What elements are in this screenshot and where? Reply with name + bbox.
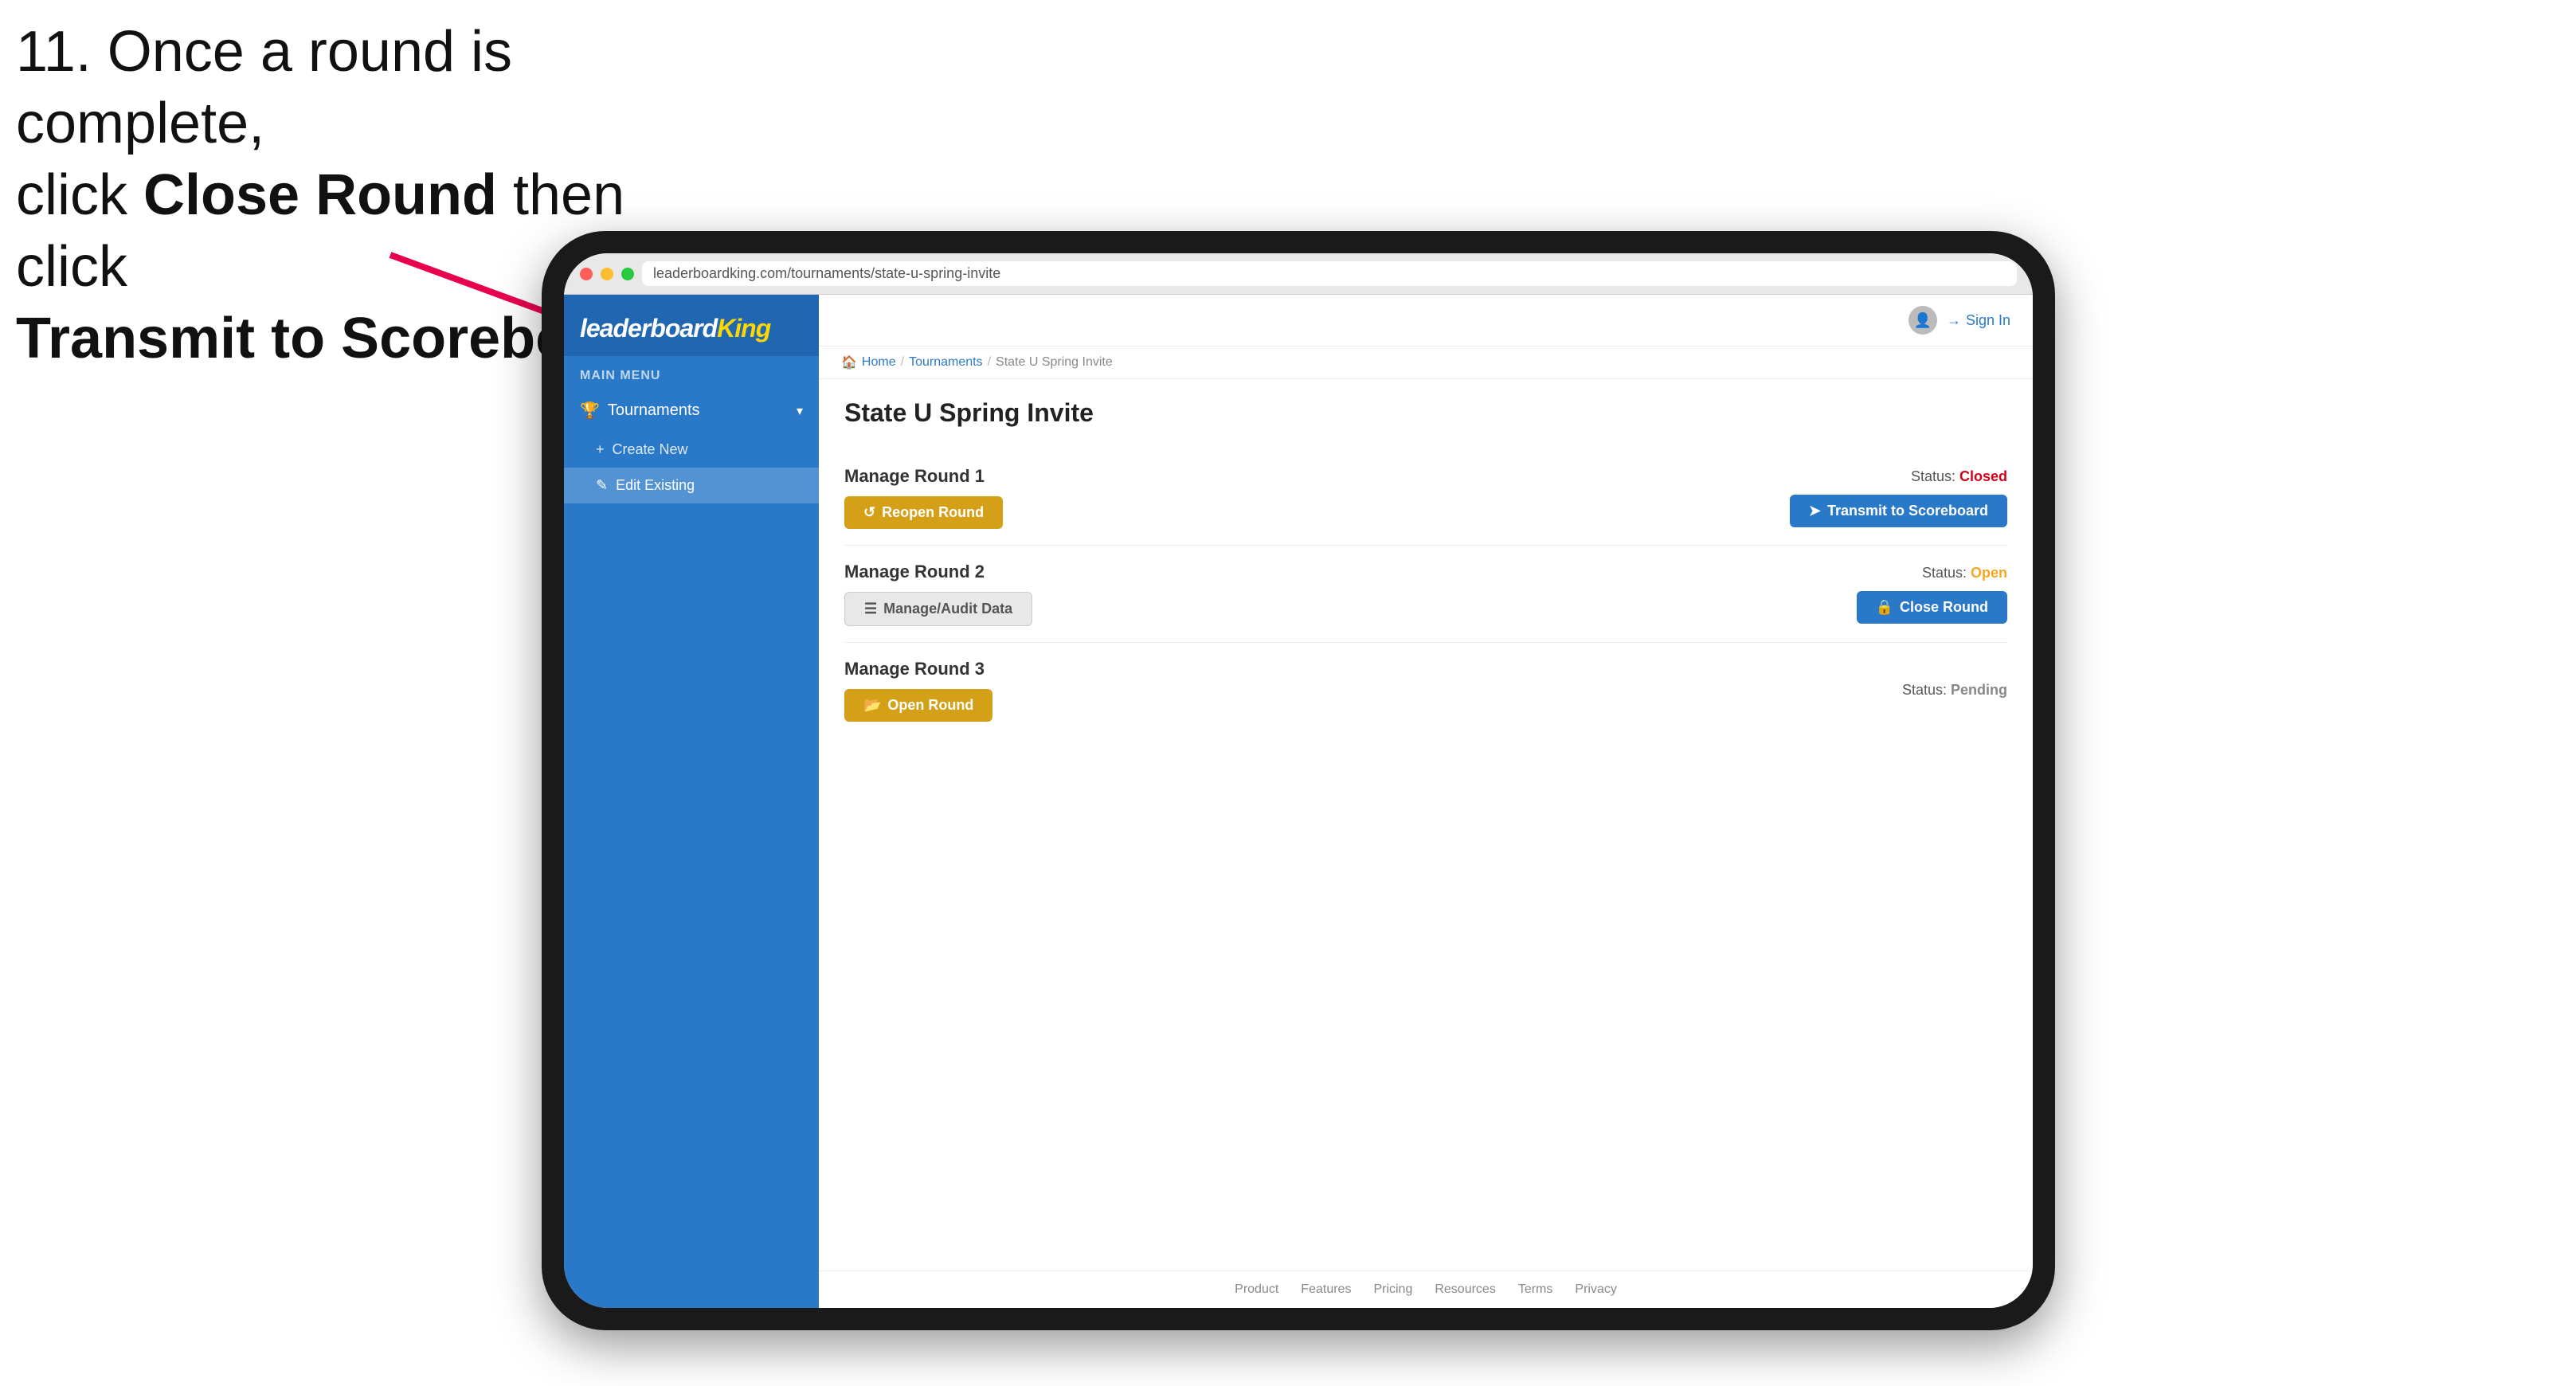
close-round-button[interactable]: 🔒 Close Round <box>1857 591 2007 624</box>
open-icon: 📂 <box>863 697 881 714</box>
round-3-status: Status: Pending <box>1902 682 2007 699</box>
tablet-device: leaderboardking.com/tournaments/state-u-… <box>542 231 2055 1330</box>
logo-suffix: King <box>717 314 770 343</box>
tablet-screen: leaderboardking.com/tournaments/state-u-… <box>564 253 2033 1308</box>
footer-terms[interactable]: Terms <box>1518 1282 1553 1297</box>
instruction-line1: 11. Once a round is complete, <box>16 20 512 155</box>
round-1-right: Status: Closed ➤ Transmit to Scoreboard <box>1790 468 2007 527</box>
signin-arrow-icon: → <box>1947 312 1961 329</box>
round-2-buttons: ☰ Manage/Audit Data <box>844 592 1032 626</box>
instruction-line2: click Close Round then click <box>16 163 624 299</box>
round-3-status-value: Pending <box>1951 682 2007 698</box>
breadcrumb-sep1: / <box>901 355 904 370</box>
logo: leaderboardKing <box>580 314 803 343</box>
transmit-label: Transmit to Scoreboard <box>1827 503 1988 519</box>
round-2-left: Manage Round 2 ☰ Manage/Audit Data <box>844 562 1032 626</box>
lock-icon: 🔒 <box>1876 599 1893 616</box>
footer-pricing[interactable]: Pricing <box>1373 1282 1412 1297</box>
round-2-status: Status: Open <box>1922 565 2007 581</box>
sidebar-item-tournaments[interactable]: 🏆 Tournaments <box>564 390 819 432</box>
sidebar-item-create-new[interactable]: + Create New <box>564 432 819 468</box>
edit-existing-label: Edit Existing <box>616 477 695 494</box>
main-content: 👤 → Sign In 🏠 Home / Tournaments / State… <box>819 295 2033 1308</box>
sign-in-label: Sign In <box>1966 312 2010 329</box>
round-1-status: Status: Closed <box>1911 468 2007 485</box>
browser-url-bar[interactable]: leaderboardking.com/tournaments/state-u-… <box>642 261 2017 286</box>
round-3-right: Status: Pending <box>1902 682 2007 699</box>
breadcrumb-sep2: / <box>988 355 991 370</box>
round-3-row: Manage Round 3 📂 Open Round Status: Pend… <box>844 643 2007 738</box>
app-footer: Product Features Pricing Resources Terms… <box>819 1270 2033 1308</box>
breadcrumb-home-icon: 🏠 <box>841 354 857 370</box>
transmit-icon: ➤ <box>1809 503 1821 519</box>
round-2-status-value: Open <box>1971 565 2007 581</box>
reopen-round-button[interactable]: ↺ Reopen Round <box>844 496 1003 529</box>
footer-product[interactable]: Product <box>1235 1282 1278 1297</box>
content-area: State U Spring Invite Manage Round 1 ↺ R… <box>819 379 2033 1270</box>
reopen-icon: ↺ <box>863 504 875 521</box>
manage-audit-data-button[interactable]: ☰ Manage/Audit Data <box>844 592 1032 626</box>
sign-in-button[interactable]: → Sign In <box>1947 312 2010 329</box>
plus-icon: + <box>596 441 605 458</box>
trophy-icon: 🏆 <box>580 401 600 421</box>
browser-dot-red <box>580 268 593 280</box>
round-1-status-value: Closed <box>1959 468 2007 484</box>
reopen-round-label: Reopen Round <box>882 504 984 521</box>
sidebar-tournaments-label: Tournaments <box>608 401 700 420</box>
footer-resources[interactable]: Resources <box>1435 1282 1495 1297</box>
browser-dot-green <box>621 268 634 280</box>
close-round-label: Close Round <box>1900 599 1988 616</box>
footer-privacy[interactable]: Privacy <box>1575 1282 1616 1297</box>
open-round-label: Open Round <box>887 697 973 714</box>
user-icon: 👤 <box>1914 312 1932 329</box>
manage-icon: ☰ <box>864 601 877 617</box>
avatar: 👤 <box>1909 306 1937 335</box>
round-3-buttons: 📂 Open Round <box>844 689 992 722</box>
edit-icon: ✎ <box>596 477 608 494</box>
round-2-title: Manage Round 2 <box>844 562 1032 582</box>
top-header: 👤 → Sign In <box>819 295 2033 346</box>
round-1-title: Manage Round 1 <box>844 466 1003 487</box>
browser-chrome: leaderboardking.com/tournaments/state-u-… <box>564 253 2033 295</box>
manage-audit-label: Manage/Audit Data <box>883 601 1012 617</box>
page-title: State U Spring Invite <box>844 398 2007 428</box>
breadcrumb: 🏠 Home / Tournaments / State U Spring In… <box>819 346 2033 379</box>
round-3-title: Manage Round 3 <box>844 659 992 679</box>
sidebar-item-edit-existing[interactable]: ✎ Edit Existing <box>564 468 819 503</box>
round-3-left: Manage Round 3 📂 Open Round <box>844 659 992 722</box>
round-2-row: Manage Round 2 ☰ Manage/Audit Data Statu… <box>844 546 2007 643</box>
breadcrumb-current: State U Spring Invite <box>996 355 1113 370</box>
app-layout: leaderboardKing MAIN MENU 🏆 Tournaments … <box>564 295 2033 1308</box>
instruction-close-round: Close Round <box>143 163 497 227</box>
breadcrumb-tournaments[interactable]: Tournaments <box>909 355 983 370</box>
sidebar-logo: leaderboardKing <box>564 295 819 356</box>
round-1-buttons: ↺ Reopen Round <box>844 496 1003 529</box>
footer-features[interactable]: Features <box>1301 1282 1351 1297</box>
round-1-row: Manage Round 1 ↺ Reopen Round Status: Cl… <box>844 450 2007 546</box>
sidebar: leaderboardKing MAIN MENU 🏆 Tournaments … <box>564 295 819 1308</box>
logo-prefix: leaderboard <box>580 314 717 343</box>
open-round-button[interactable]: 📂 Open Round <box>844 689 992 722</box>
create-new-label: Create New <box>613 441 688 458</box>
breadcrumb-home[interactable]: Home <box>862 355 896 370</box>
transmit-to-scoreboard-button[interactable]: ➤ Transmit to Scoreboard <box>1790 495 2007 527</box>
main-menu-label: MAIN MENU <box>564 356 819 390</box>
browser-dot-yellow <box>601 268 613 280</box>
round-2-right: Status: Open 🔒 Close Round <box>1857 565 2007 624</box>
round-1-left: Manage Round 1 ↺ Reopen Round <box>844 466 1003 529</box>
chevron-down-icon <box>797 401 803 420</box>
